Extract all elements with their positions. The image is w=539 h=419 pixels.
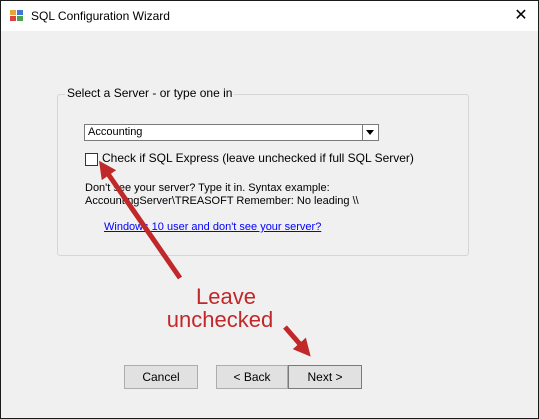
annotation-text-line2: unchecked (166, 307, 274, 332)
arrow-to-checkbox (99, 160, 183, 280)
annotation-arrows (99, 160, 311, 357)
